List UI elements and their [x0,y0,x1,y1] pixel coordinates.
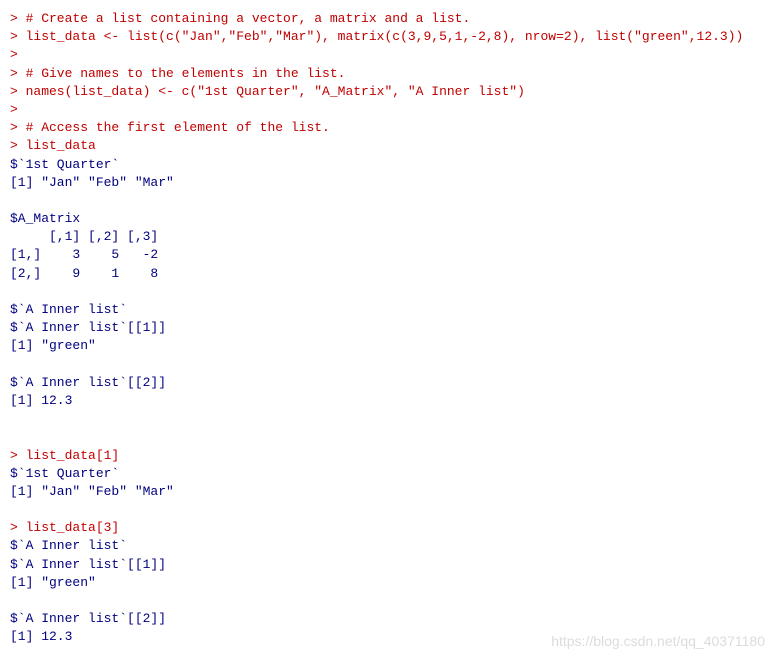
console-output-line: $`1st Quarter` [10,156,765,174]
console-output-line [10,501,765,519]
console-output-line: [1,] 3 5 -2 [10,246,765,264]
console-output-line: [1] "Jan" "Feb" "Mar" [10,483,765,501]
console-input-line: > list_data[3] [10,519,765,537]
console-output-line: $`A Inner list`[[1]] [10,319,765,337]
console-output-line: $`A Inner list` [10,301,765,319]
console-output-line [10,192,765,210]
console-output-line [10,592,765,610]
console-output-line [10,410,765,428]
console-output-line: [1] 12.3 [10,392,765,410]
console-input-line: > [10,46,765,64]
r-console: > # Create a list containing a vector, a… [10,10,765,647]
console-input-line: > # Access the first element of the list… [10,119,765,137]
console-output-line: [1] "Jan" "Feb" "Mar" [10,174,765,192]
console-input-line: > [10,101,765,119]
console-output-line: [2,] 9 1 8 [10,265,765,283]
console-input-line: > names(list_data) <- c("1st Quarter", "… [10,83,765,101]
console-output-line: $A_Matrix [10,210,765,228]
console-output-line: $`A Inner list` [10,537,765,555]
console-output-line: $`A Inner list`[[2]] [10,610,765,628]
console-output-line: [,1] [,2] [,3] [10,228,765,246]
console-output-line [10,428,765,446]
console-output-line: $`A Inner list`[[2]] [10,374,765,392]
console-input-line: > list_data [10,137,765,155]
console-input-line: > list_data[1] [10,447,765,465]
console-output-line [10,283,765,301]
console-output-line: [1] 12.3 [10,628,765,646]
console-input-line: > # Create a list containing a vector, a… [10,10,765,28]
console-input-line: > list_data <- list(c("Jan","Feb","Mar")… [10,28,765,46]
console-output-line: [1] "green" [10,574,765,592]
console-output-line [10,356,765,374]
console-output-line: $`A Inner list`[[1]] [10,556,765,574]
console-output-line: [1] "green" [10,337,765,355]
console-output-line: $`1st Quarter` [10,465,765,483]
console-input-line: > # Give names to the elements in the li… [10,65,765,83]
